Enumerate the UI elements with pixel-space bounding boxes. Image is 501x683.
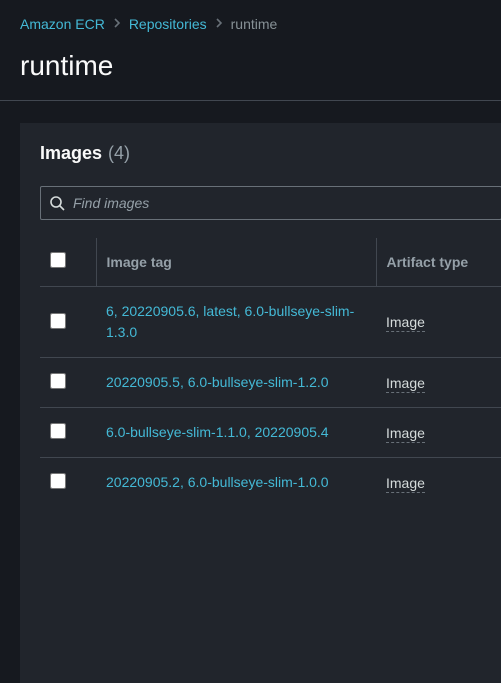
- panel-title: Images: [40, 143, 102, 164]
- row-checkbox[interactable]: [50, 373, 66, 389]
- breadcrumb-root[interactable]: Amazon ECR: [20, 16, 105, 32]
- table-row: 6, 20220905.6, latest, 6.0-bullseye-slim…: [40, 287, 501, 358]
- search-icon: [49, 195, 65, 211]
- panel-count: (4): [108, 143, 130, 164]
- column-header-tag[interactable]: Image tag: [96, 238, 376, 287]
- image-tag-link[interactable]: 20220905.5, 6.0-bullseye-slim-1.2.0: [106, 374, 329, 390]
- divider: [0, 100, 501, 101]
- select-all-header: [40, 238, 96, 287]
- images-table: Image tag Artifact type 6, 20220905.6, l…: [40, 238, 501, 507]
- table-row: 20220905.2, 6.0-bullseye-slim-1.0.0 Imag…: [40, 458, 501, 508]
- search-input[interactable]: [73, 195, 493, 211]
- table-row: 6.0-bullseye-slim-1.1.0, 20220905.4 Imag…: [40, 408, 501, 458]
- column-header-type[interactable]: Artifact type: [376, 238, 501, 287]
- image-tag-link[interactable]: 6, 20220905.6, latest, 6.0-bullseye-slim…: [106, 303, 354, 340]
- page-title: runtime: [20, 50, 501, 82]
- row-checkbox[interactable]: [50, 313, 66, 329]
- artifact-type: Image: [386, 375, 425, 393]
- chevron-right-icon: [113, 16, 121, 32]
- image-tag-link[interactable]: 6.0-bullseye-slim-1.1.0, 20220905.4: [106, 424, 329, 440]
- artifact-type: Image: [386, 425, 425, 443]
- select-all-checkbox[interactable]: [50, 252, 66, 268]
- chevron-right-icon: [215, 16, 223, 32]
- row-checkbox[interactable]: [50, 473, 66, 489]
- image-tag-link[interactable]: 20220905.2, 6.0-bullseye-slim-1.0.0: [106, 474, 329, 490]
- breadcrumb-current: runtime: [231, 16, 278, 32]
- artifact-type: Image: [386, 475, 425, 493]
- breadcrumb: Amazon ECR Repositories runtime: [20, 16, 501, 32]
- row-checkbox[interactable]: [50, 423, 66, 439]
- images-panel: Images (4) Image tag: [20, 123, 501, 683]
- search-container[interactable]: [40, 186, 501, 220]
- table-row: 20220905.5, 6.0-bullseye-slim-1.2.0 Imag…: [40, 358, 501, 408]
- panel-header: Images (4): [40, 143, 501, 164]
- artifact-type: Image: [386, 314, 425, 332]
- breadcrumb-repositories[interactable]: Repositories: [129, 16, 207, 32]
